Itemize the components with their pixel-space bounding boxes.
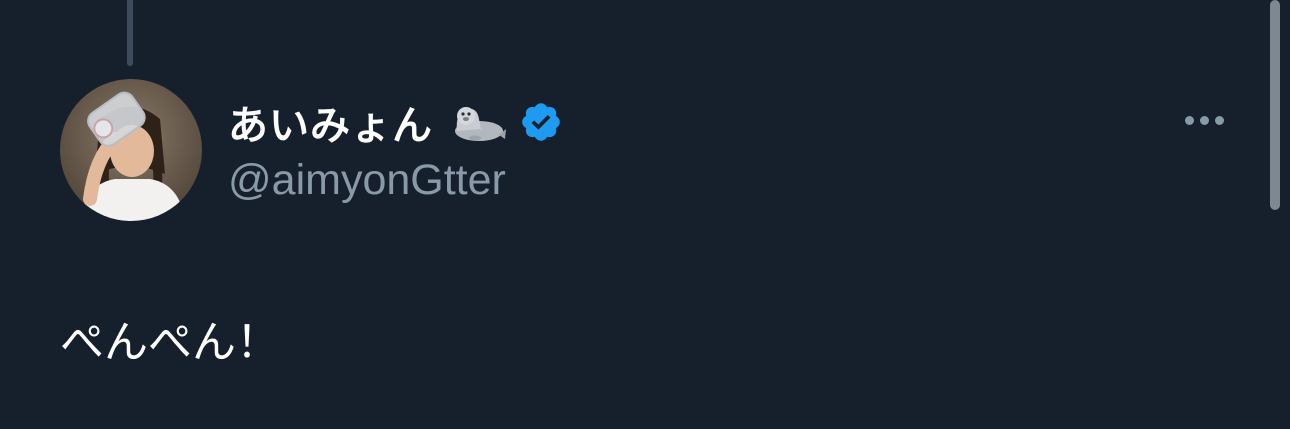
avatar-photo (60, 79, 202, 221)
verified-badge-icon[interactable] (519, 100, 563, 144)
display-name[interactable]: あいみょん (228, 93, 433, 151)
tweet-text: ぺんぺん！ (60, 317, 280, 368)
more-horizontal-icon (1214, 115, 1224, 125)
avatar[interactable] (60, 79, 202, 221)
more-options-button[interactable] (1176, 104, 1232, 136)
seal-icon (445, 99, 507, 145)
author-name-row[interactable]: あいみょん (228, 94, 563, 150)
thread-connector-line (127, 0, 133, 66)
more-horizontal-icon (1199, 115, 1209, 125)
scrollbar[interactable] (1270, 0, 1280, 210)
user-handle[interactable]: @aimyonGtter (228, 156, 506, 205)
more-horizontal-icon (1184, 115, 1194, 125)
